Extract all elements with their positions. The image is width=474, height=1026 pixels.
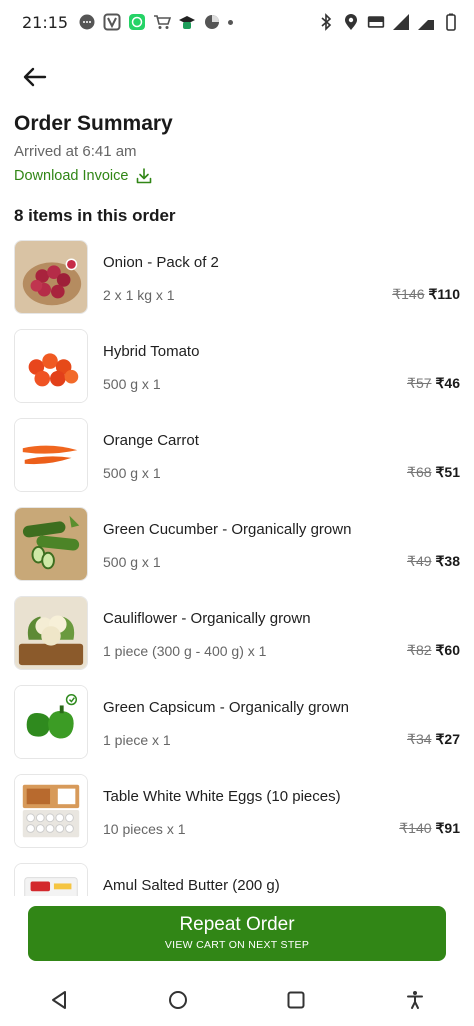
nav-accessibility-button[interactable] bbox=[395, 980, 435, 1020]
back-button[interactable] bbox=[18, 62, 52, 92]
item-final-price: ₹110 bbox=[428, 286, 461, 302]
accessibility-icon bbox=[406, 991, 423, 1009]
cucumber-image bbox=[14, 507, 88, 581]
list-item[interactable]: Green Cucumber - Organically grown 500 g… bbox=[0, 505, 474, 594]
chat-bubble-icon bbox=[78, 13, 96, 31]
item-name: Green Cucumber - Organically grown bbox=[103, 521, 352, 538]
download-invoice-link[interactable]: Download Invoice bbox=[14, 168, 152, 184]
status-time: 21:15 bbox=[22, 12, 69, 32]
download-invoice-label: Download Invoice bbox=[14, 168, 129, 184]
item-quantity: 1 piece x 1 bbox=[103, 732, 171, 748]
system-status-icons bbox=[317, 13, 460, 31]
item-price: ₹146 ₹110 bbox=[392, 286, 460, 303]
carrot-image bbox=[14, 418, 88, 492]
item-price: ₹82 ₹60 bbox=[407, 642, 460, 659]
item-price: ₹57 ₹46 bbox=[407, 375, 460, 392]
bluetooth-icon bbox=[317, 13, 335, 31]
item-mrp: ₹140 bbox=[399, 820, 432, 836]
list-item[interactable]: Amul Salted Butter (200 g) bbox=[0, 861, 474, 896]
onion-image bbox=[14, 240, 88, 314]
whatsapp-icon bbox=[128, 13, 146, 31]
back-triangle-icon bbox=[52, 991, 67, 1009]
item-name: Green Capsicum - Organically grown bbox=[103, 699, 349, 716]
butter-image bbox=[14, 863, 88, 896]
item-price: ₹34 ₹27 bbox=[407, 731, 460, 748]
item-price: ₹140 ₹91 bbox=[399, 820, 460, 837]
notification-icons bbox=[78, 13, 234, 31]
item-quantity: 10 pieces x 1 bbox=[103, 821, 186, 837]
list-item[interactable]: Orange Carrot 500 g x 1 ₹68 ₹51 bbox=[0, 416, 474, 505]
bottom-cta-bar: Repeat Order VIEW CART ON NEXT STEP bbox=[0, 896, 474, 974]
repeat-order-button[interactable]: Repeat Order VIEW CART ON NEXT STEP bbox=[28, 906, 446, 961]
item-quantity: 500 g x 1 bbox=[103, 554, 161, 570]
repeat-order-label: Repeat Order bbox=[179, 914, 295, 935]
item-final-price: ₹51 bbox=[435, 464, 460, 480]
item-name: Hybrid Tomato bbox=[103, 343, 200, 360]
item-mrp: ₹34 bbox=[407, 731, 432, 747]
4g-signal-icon bbox=[417, 13, 435, 31]
status-bar: 21:15 bbox=[0, 0, 474, 44]
page-title: Order Summary bbox=[14, 112, 173, 135]
v-app-icon bbox=[103, 13, 121, 31]
capsicum-image bbox=[14, 685, 88, 759]
item-price: ₹68 ₹51 bbox=[407, 464, 460, 481]
list-item[interactable]: Green Capsicum - Organically grown 1 pie… bbox=[0, 683, 474, 772]
item-name: Table White White Eggs (10 pieces) bbox=[103, 788, 341, 805]
battery-icon bbox=[442, 13, 460, 31]
item-name: Onion - Pack of 2 bbox=[103, 254, 219, 271]
graduation-cap-icon bbox=[178, 13, 196, 31]
list-item[interactable]: Hybrid Tomato 500 g x 1 ₹57 ₹46 bbox=[0, 327, 474, 416]
recents-square-icon bbox=[287, 991, 305, 1009]
list-item[interactable]: Cauliflower - Organically grown 1 piece … bbox=[0, 594, 474, 683]
item-mrp: ₹49 bbox=[407, 553, 432, 569]
item-name: Amul Salted Butter (200 g) bbox=[103, 877, 280, 894]
item-final-price: ₹46 bbox=[435, 375, 460, 391]
tomato-image bbox=[14, 329, 88, 403]
item-quantity: 1 piece (300 g - 400 g) x 1 bbox=[103, 643, 267, 659]
order-items-list[interactable]: Onion - Pack of 2 2 x 1 kg x 1 ₹146 ₹110… bbox=[0, 238, 474, 896]
arrow-left-icon bbox=[23, 67, 47, 87]
nav-home-button[interactable] bbox=[158, 980, 198, 1020]
item-final-price: ₹91 bbox=[435, 820, 460, 836]
cart-icon bbox=[153, 13, 172, 31]
items-count: 8 items in this order bbox=[14, 206, 176, 225]
cauliflower-image bbox=[14, 596, 88, 670]
item-mrp: ₹57 bbox=[407, 375, 432, 391]
nav-recents-button[interactable] bbox=[276, 980, 316, 1020]
nav-back-button[interactable] bbox=[39, 980, 79, 1020]
volte-icon bbox=[367, 13, 385, 31]
item-mrp: ₹68 bbox=[407, 464, 432, 480]
item-name: Cauliflower - Organically grown bbox=[103, 610, 311, 627]
more-dot-icon bbox=[228, 19, 234, 25]
item-name: Orange Carrot bbox=[103, 432, 199, 449]
item-mrp: ₹146 bbox=[392, 286, 425, 302]
item-final-price: ₹60 bbox=[435, 642, 460, 658]
download-icon bbox=[137, 168, 152, 184]
pie-icon bbox=[203, 13, 221, 31]
item-final-price: ₹38 bbox=[435, 553, 460, 569]
signal-icon bbox=[392, 13, 410, 31]
item-mrp: ₹82 bbox=[407, 642, 432, 658]
item-quantity: 500 g x 1 bbox=[103, 465, 161, 481]
item-quantity: 2 x 1 kg x 1 bbox=[103, 287, 175, 303]
list-item[interactable]: Table White White Eggs (10 pieces) 10 pi… bbox=[0, 772, 474, 861]
item-quantity: 500 g x 1 bbox=[103, 376, 161, 392]
item-final-price: ₹27 bbox=[435, 731, 460, 747]
system-nav-bar bbox=[0, 974, 474, 1026]
repeat-order-sublabel: VIEW CART ON NEXT STEP bbox=[164, 939, 310, 951]
location-icon bbox=[342, 13, 360, 31]
home-circle-icon bbox=[168, 991, 187, 1009]
eggs-image bbox=[14, 774, 88, 848]
arrival-time: Arrived at 6:41 am bbox=[14, 143, 137, 160]
list-item[interactable]: Onion - Pack of 2 2 x 1 kg x 1 ₹146 ₹110 bbox=[0, 238, 474, 327]
item-price: ₹49 ₹38 bbox=[407, 553, 460, 570]
